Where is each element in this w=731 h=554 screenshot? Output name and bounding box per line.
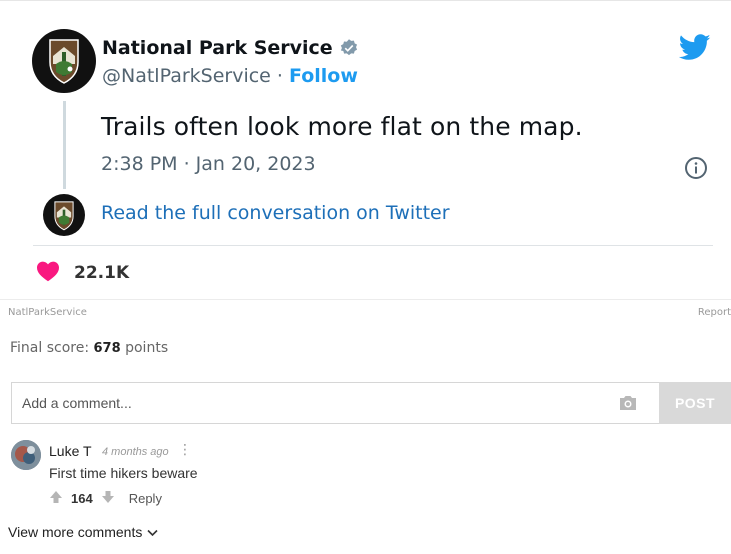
comment-input[interactable] <box>12 383 611 423</box>
like-row[interactable]: 22.1K <box>36 260 129 286</box>
post-comment-button[interactable]: POST <box>659 381 731 424</box>
comment-username[interactable]: Luke T <box>49 443 92 459</box>
comment-actions: 164 Reply <box>49 490 162 507</box>
page: National Park Service @NatlParkService ·… <box>0 0 731 554</box>
meta-divider <box>0 299 731 300</box>
upvote-arrow-icon[interactable] <box>49 490 63 507</box>
commenter-avatar[interactable] <box>11 440 41 470</box>
camera-icon[interactable] <box>611 395 645 411</box>
reply-button[interactable]: Reply <box>129 491 162 506</box>
like-count: 22.1K <box>74 263 130 283</box>
read-conversation-link[interactable]: Read the full conversation on Twitter <box>101 202 450 224</box>
more-options-icon[interactable]: ⋮ <box>178 442 192 458</box>
author-handle[interactable]: @NatlParkService <box>102 65 271 87</box>
final-score: Final score: 678 points <box>10 340 168 356</box>
nps-avatar-small[interactable] <box>43 194 85 236</box>
comment-text: First time hikers beware <box>49 465 198 481</box>
points-label: points <box>125 340 169 356</box>
tweet-divider <box>33 245 713 246</box>
chevron-down-icon <box>147 524 158 540</box>
source-label[interactable]: NatlParkService <box>8 307 87 318</box>
view-more-label[interactable]: View more comments <box>8 524 142 540</box>
embedded-tweet: National Park Service @NatlParkService ·… <box>0 1 731 299</box>
nps-arrowhead-small-icon <box>54 200 74 230</box>
downvote-arrow-icon[interactable] <box>101 490 115 507</box>
handle-row: @NatlParkService · Follow <box>102 65 358 87</box>
twitter-bird-icon[interactable] <box>678 34 711 65</box>
final-score-label: Final score: <box>10 340 90 356</box>
separator-dot: · <box>270 65 289 87</box>
report-link[interactable]: Report <box>698 307 731 318</box>
comment-form: POST <box>11 381 731 424</box>
author-row[interactable]: National Park Service <box>102 37 359 59</box>
tweet-timestamp[interactable]: 2:38 PM · Jan 20, 2023 <box>101 153 316 175</box>
nps-arrowhead-icon <box>49 39 79 84</box>
view-more-comments[interactable]: View more comments <box>8 524 158 540</box>
comment-time: 4 months ago <box>102 446 169 458</box>
final-score-value: 678 <box>93 341 121 356</box>
vote-count: 164 <box>71 491 93 506</box>
verified-badge-icon <box>339 38 359 58</box>
nps-avatar[interactable] <box>32 29 96 93</box>
author-name[interactable]: National Park Service <box>102 37 333 59</box>
info-icon[interactable] <box>684 156 708 184</box>
tweet-text: Trails often look more flat on the map. <box>101 112 583 141</box>
follow-link[interactable]: Follow <box>289 65 358 87</box>
thread-line <box>63 101 66 189</box>
heart-icon[interactable] <box>36 260 60 286</box>
